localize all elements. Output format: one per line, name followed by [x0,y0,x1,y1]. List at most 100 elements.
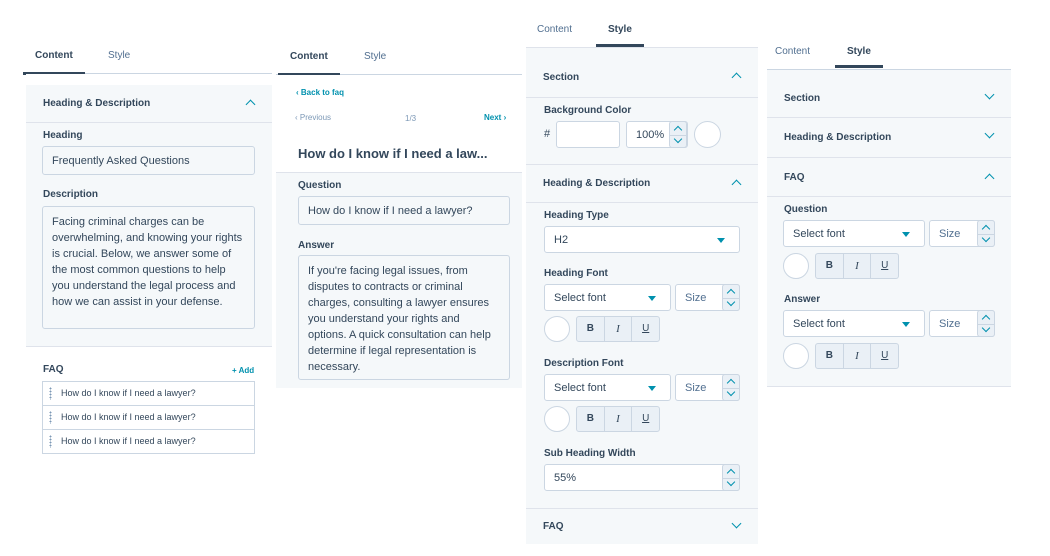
bold-button[interactable]: B [816,254,844,278]
color-hex-input[interactable] [556,121,620,148]
section-heading-description-header[interactable]: Heading & Description [26,85,272,123]
chevron-down-icon[interactable] [731,518,742,529]
font-select-value: Select font [554,381,606,394]
italic-button[interactable]: I [844,344,872,368]
faq-section-header[interactable]: FAQ [767,159,1011,197]
tab-bar: Content Style [23,38,272,75]
italic-button[interactable]: I [605,317,633,341]
panel-style-faq: Content Style Section Heading & Descript… [767,37,1011,387]
answer-format-group: B I U [815,343,899,369]
font-select-value: Select font [793,227,845,240]
faq-section-header[interactable]: FAQ [526,509,758,544]
tab-bar: Content Style [767,37,1011,70]
size-placeholder: Size [685,291,707,304]
question-format-group: B I U [815,253,899,279]
description-size-stepper[interactable] [722,374,740,401]
heading-format-group: B I U [576,316,660,342]
size-placeholder: Size [685,381,707,394]
chevron-down-icon[interactable] [984,128,995,139]
section-title: FAQ [543,521,564,532]
tab-content[interactable]: Content [23,38,85,75]
faq-list-item[interactable]: How do I know if I need a lawyer? [42,381,255,406]
faq-item-label: How do I know if I need a lawyer? [61,412,196,422]
section-title: FAQ [784,172,805,183]
faq-list-item[interactable]: How do I know if I need a lawyer? [42,405,255,430]
chevron-up-icon[interactable] [984,173,995,184]
answer-size-stepper[interactable] [977,310,995,337]
chevron-up-icon[interactable] [731,179,742,190]
section-header[interactable]: Section [767,80,1011,118]
italic-button[interactable]: I [605,407,633,431]
description-textarea[interactable]: Facing criminal charges can be overwhelm… [42,206,255,329]
caret-down-icon [717,237,725,243]
sub-heading-width-label: Sub Heading Width [544,448,636,459]
heading-label: Heading [43,130,83,141]
tab-style[interactable]: Style [364,39,386,75]
sub-heading-width-stepper[interactable] [722,464,740,491]
italic-button[interactable]: I [844,254,872,278]
section-header[interactable]: Section [526,58,758,98]
section-title: Heading & Description [543,178,651,189]
underline-button[interactable]: U [871,254,898,278]
font-select-value: Select font [554,291,606,304]
faq-list-item[interactable]: How do I know if I need a lawyer? [42,429,255,454]
drag-handle-icon[interactable] [49,411,52,424]
tab-content[interactable]: Content [537,14,572,46]
tab-style[interactable]: Style [835,37,883,68]
question-value: How do I know if I need a lawyer? [308,204,473,217]
tab-style[interactable]: Style [596,14,644,47]
previous-button[interactable]: ‹ Previous [295,113,331,122]
drag-handle-icon[interactable] [49,435,52,448]
description-color-swatch[interactable] [544,406,570,432]
item-title: How do I know if I need a law... [298,146,488,161]
hash-prefix: # [544,128,551,140]
size-placeholder: Size [939,227,961,240]
description-font-select[interactable]: Select font [544,374,671,401]
question-color-swatch[interactable] [783,253,809,279]
faq-item-label: How do I know if I need a lawyer? [61,436,196,446]
faq-label: FAQ [43,364,64,375]
chevron-down-icon[interactable] [984,89,995,100]
underline-button[interactable]: U [871,344,898,368]
question-input[interactable]: How do I know if I need a lawyer? [298,196,510,225]
answer-color-swatch[interactable] [783,343,809,369]
drag-handle-icon[interactable] [49,387,52,400]
back-to-faq-link[interactable]: ‹ Back to faq [296,88,344,97]
question-font-label: Question [784,204,828,215]
bold-button[interactable]: B [816,344,844,368]
opacity-stepper[interactable] [669,121,687,148]
heading-color-swatch[interactable] [544,316,570,342]
description-format-group: B I U [576,406,660,432]
answer-label: Answer [298,240,335,251]
sub-heading-width-input[interactable]: 55% [544,464,740,491]
chevron-up-icon[interactable] [245,99,256,110]
tab-style[interactable]: Style [108,38,130,74]
description-font-label: Description Font [544,358,624,369]
caret-down-icon [902,321,910,327]
chevron-up-icon[interactable] [731,72,742,83]
question-font-select[interactable]: Select font [783,220,925,247]
color-swatch[interactable] [694,121,721,148]
heading-value: Frequently Asked Questions [52,154,190,167]
heading-size-stepper[interactable] [722,284,740,311]
tab-content[interactable]: Content [278,39,340,76]
heading-description-header[interactable]: Heading & Description [767,119,1011,158]
heading-font-select[interactable]: Select font [544,284,671,311]
next-button[interactable]: Next › [484,113,506,122]
underline-button[interactable]: U [632,317,659,341]
underline-button[interactable]: U [632,407,659,431]
add-faq-button[interactable]: + Add [232,366,254,375]
page-indicator: 1/3 [405,114,417,123]
background-color-label: Background Color [544,105,632,116]
heading-input[interactable]: Frequently Asked Questions [42,146,255,175]
answer-font-select[interactable]: Select font [783,310,925,337]
answer-textarea[interactable]: If you're facing legal issues, from disp… [298,255,510,380]
bold-button[interactable]: B [577,407,605,431]
heading-description-header[interactable]: Heading & Description [526,165,758,203]
bold-button[interactable]: B [577,317,605,341]
heading-type-label: Heading Type [544,210,609,221]
tab-content[interactable]: Content [775,37,810,67]
question-size-stepper[interactable] [977,220,995,247]
tab-bar: Content Style [276,38,522,76]
heading-type-select[interactable]: H2 [544,226,740,253]
